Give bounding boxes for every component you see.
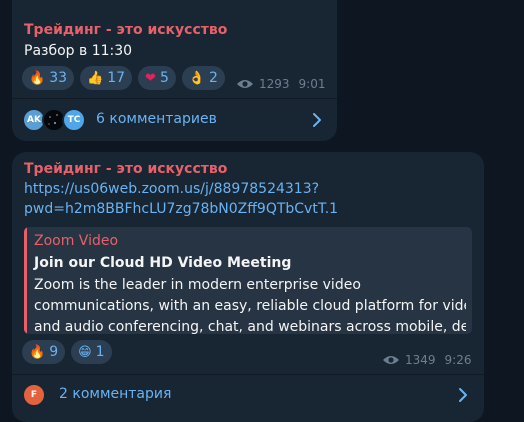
- reaction-count: 5: [159, 70, 169, 86]
- zoom-link-line-2[interactable]: pwd=h2m8BBFhcLU7zg78bN0Zff9QTbCvtT.1: [24, 199, 338, 219]
- reaction-thumbs-up[interactable]: 👍 17: [80, 66, 133, 90]
- reaction-fire[interactable]: 🔥 9: [22, 340, 66, 364]
- reaction-ok-hand[interactable]: 👌 2: [181, 66, 225, 90]
- reactions-bar: 🔥 33 👍 17 ❤ 5 👌 2: [22, 66, 225, 90]
- comments-label: 6 комментариев: [96, 111, 217, 127]
- reaction-heart[interactable]: ❤ 5: [138, 66, 176, 90]
- view-count: 1293: [259, 77, 290, 91]
- eye-icon: [237, 80, 253, 88]
- chevron-right-icon: [313, 113, 321, 127]
- preview-desc-line: communications, with an easy, reliable c…: [34, 298, 466, 314]
- chevron-right-icon: [459, 388, 467, 402]
- thumbs-up-emoji-icon: 👍: [87, 70, 104, 86]
- channel-post-1: Трейдинг - это искусство Разбор в 11:30 …: [12, 0, 337, 141]
- zoom-link-line-1[interactable]: https://us06web.zoom.us/j/88978524313?: [24, 179, 319, 199]
- ok-hand-emoji-icon: 👌: [188, 70, 206, 86]
- reaction-fire[interactable]: 🔥 33: [22, 66, 75, 90]
- preview-description: Zoom is the leader in modern enterprise …: [34, 275, 466, 334]
- channel-post-2: Трейдинг - это искусство https://us06web…: [12, 152, 484, 422]
- message-meta: 1349 9:26: [382, 353, 472, 367]
- heart-emoji-icon: ❤: [145, 70, 156, 86]
- commenter-avatar: F: [22, 383, 46, 407]
- view-count: 1349: [405, 353, 436, 367]
- preview-site-name: Zoom Video: [34, 233, 119, 249]
- message-text: Разбор в 11:30: [24, 43, 133, 59]
- reactions-bar: 🔥 9 😁 1: [22, 340, 112, 364]
- space-avatar-icon: [44, 110, 64, 130]
- comments-label: 2 комментария: [59, 386, 172, 402]
- sender-name[interactable]: Трейдинг - это искусство: [24, 22, 227, 38]
- commenter-avatar: TC: [62, 108, 86, 132]
- comments-row[interactable]: F 2 комментария: [12, 375, 484, 415]
- link-preview[interactable]: Zoom Video Join our Cloud HD Video Meeti…: [24, 227, 472, 334]
- preview-accent-bar: [24, 227, 27, 334]
- message-time: 9:26: [444, 353, 472, 367]
- fire-emoji-icon: 🔥: [29, 70, 46, 86]
- preview-desc-line: Zoom is the leader in modern enterprise …: [34, 277, 361, 293]
- sender-name[interactable]: Трейдинг - это искусство: [24, 161, 227, 177]
- comments-divider: [12, 98, 337, 99]
- reaction-count: 1: [95, 344, 105, 360]
- reaction-count: 2: [209, 70, 218, 86]
- reaction-count: 33: [49, 70, 68, 86]
- fire-emoji-icon: 🔥: [29, 344, 46, 360]
- eye-icon: [383, 356, 399, 364]
- reaction-grin[interactable]: 😁 1: [71, 340, 112, 364]
- reaction-count: 9: [49, 344, 59, 360]
- comments-row[interactable]: AK TC 6 комментариев: [12, 100, 337, 140]
- reaction-count: 17: [107, 70, 126, 86]
- preview-title: Join our Cloud HD Video Meeting: [34, 255, 292, 271]
- preview-desc-line: and audio conferencing, chat, and webina…: [34, 319, 466, 334]
- message-meta: 1293 9:01: [236, 77, 326, 91]
- grin-emoji-icon: 😁: [78, 344, 92, 360]
- message-time: 9:01: [298, 77, 326, 91]
